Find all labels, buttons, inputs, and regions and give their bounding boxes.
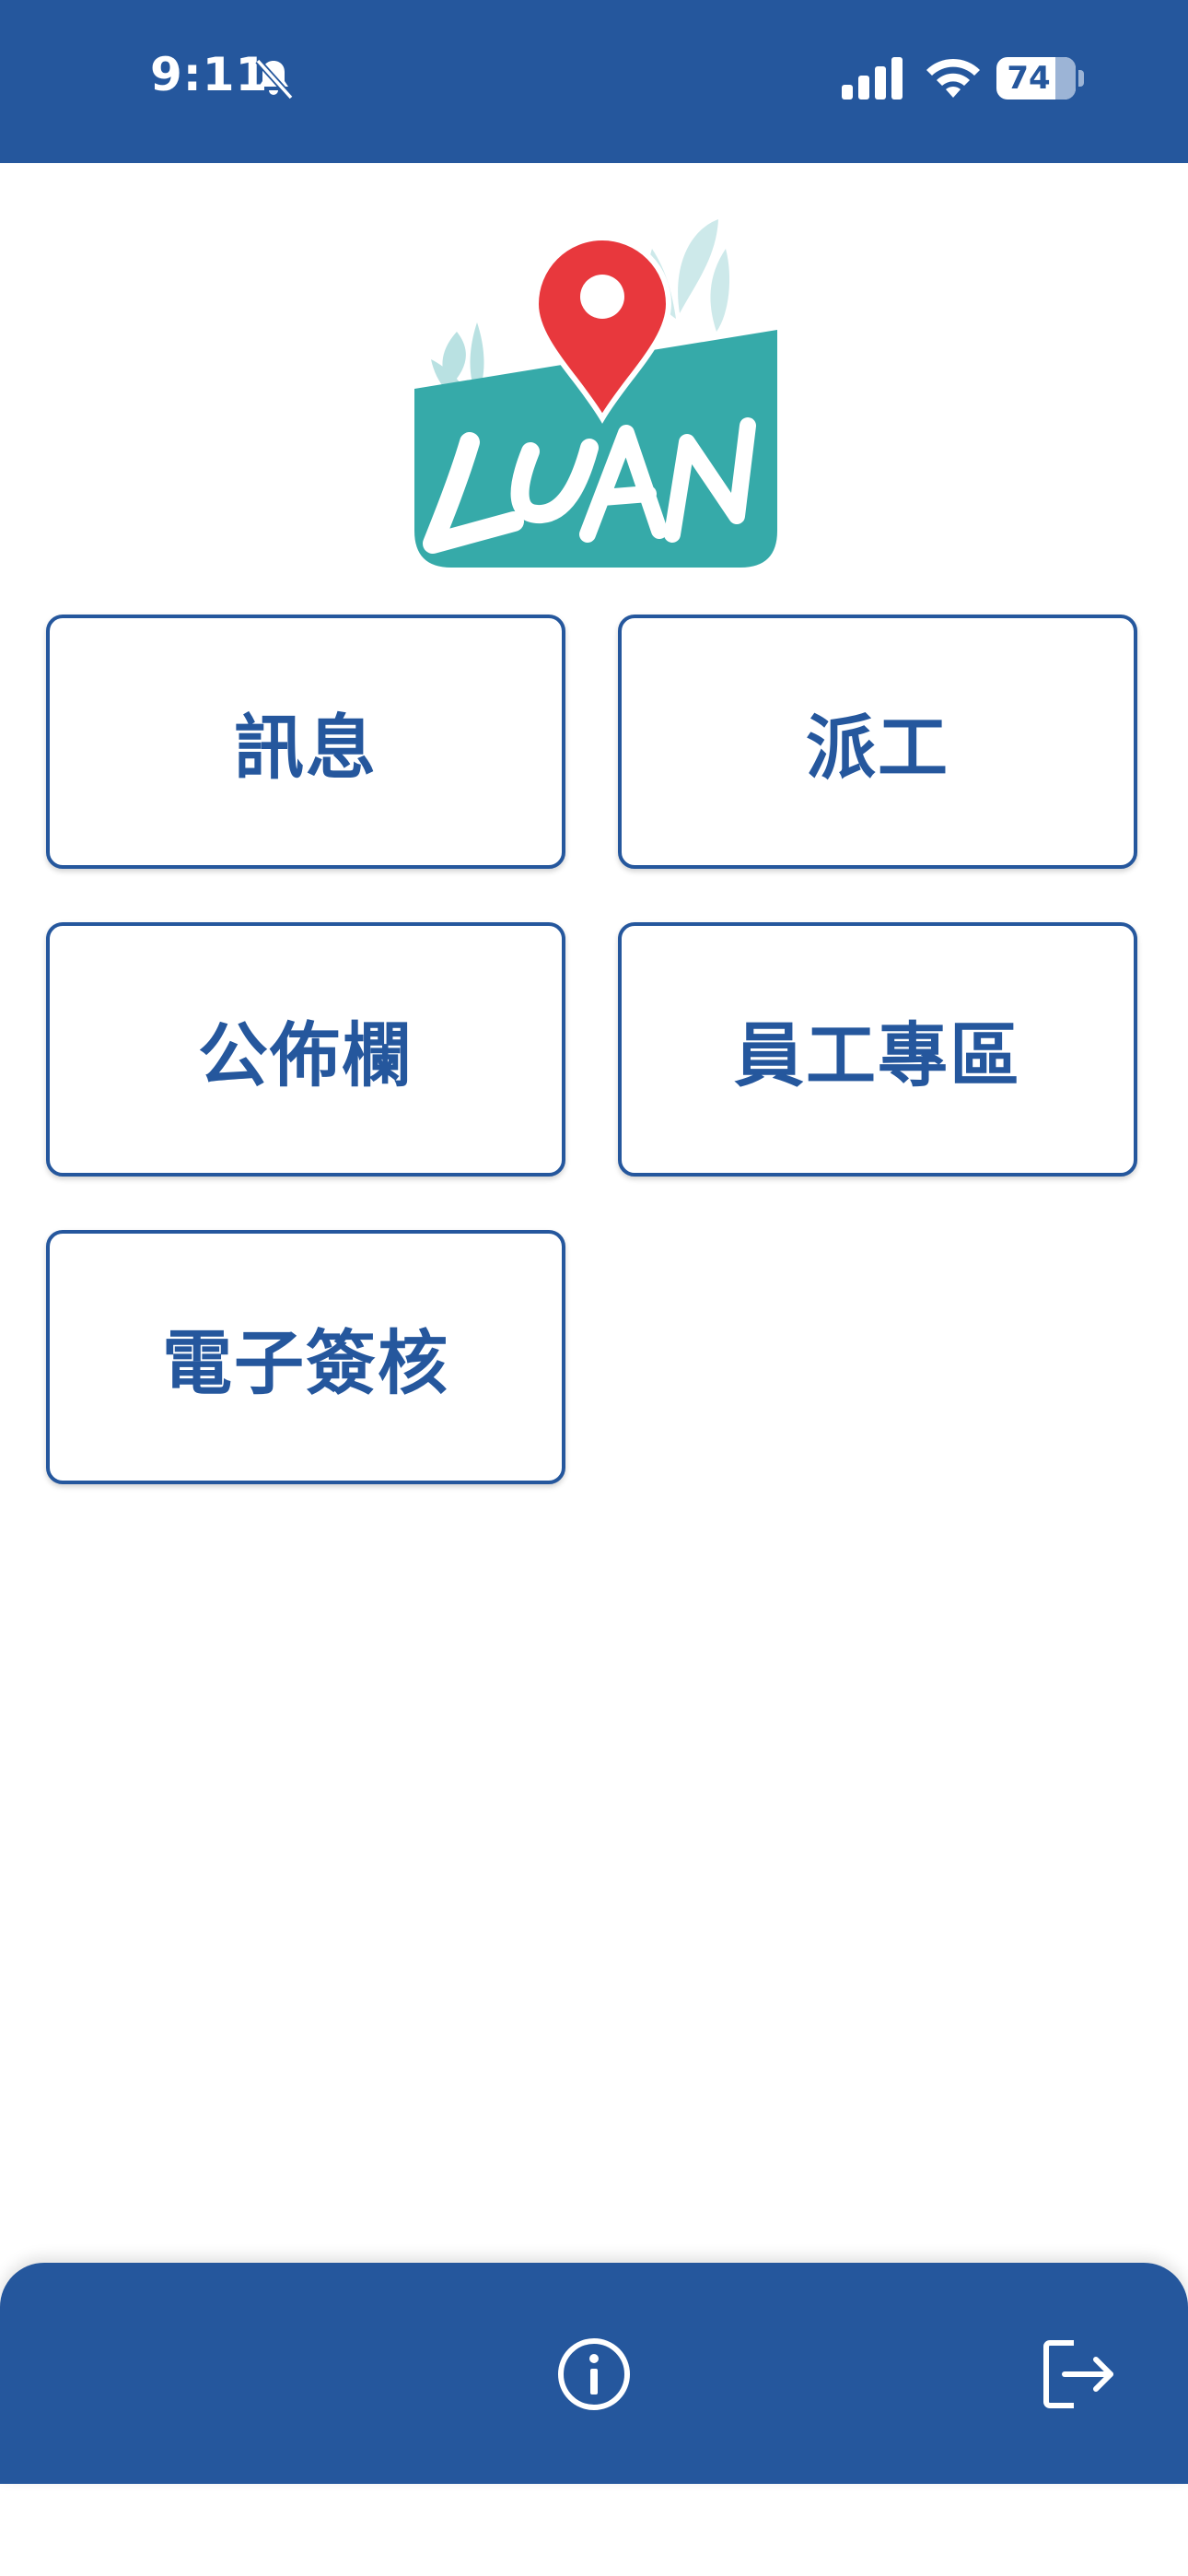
logout-icon[interactable] [1037, 2334, 1118, 2415]
menu-tile-bulletin-board[interactable]: 公佈欄 [46, 922, 565, 1177]
menu-tile-messages[interactable]: 訊息 [46, 615, 565, 869]
battery-icon: 74 [996, 57, 1076, 100]
battery-level: 74 [1007, 60, 1051, 97]
menu-tile-e-signature[interactable]: 電子簽核 [46, 1230, 565, 1484]
wifi-icon [926, 58, 980, 98]
status-bar: 9:11 74 [0, 0, 1188, 163]
battery-cap [1078, 70, 1084, 87]
cellular-signal-icon [842, 57, 903, 100]
info-icon[interactable] [555, 2336, 633, 2413]
bell-slash-icon [255, 58, 294, 100]
luan-logo [414, 219, 777, 568]
menu-tile-employee-zone[interactable]: 員工專區 [618, 922, 1137, 1177]
menu-tile-dispatch[interactable]: 派工 [618, 615, 1137, 869]
